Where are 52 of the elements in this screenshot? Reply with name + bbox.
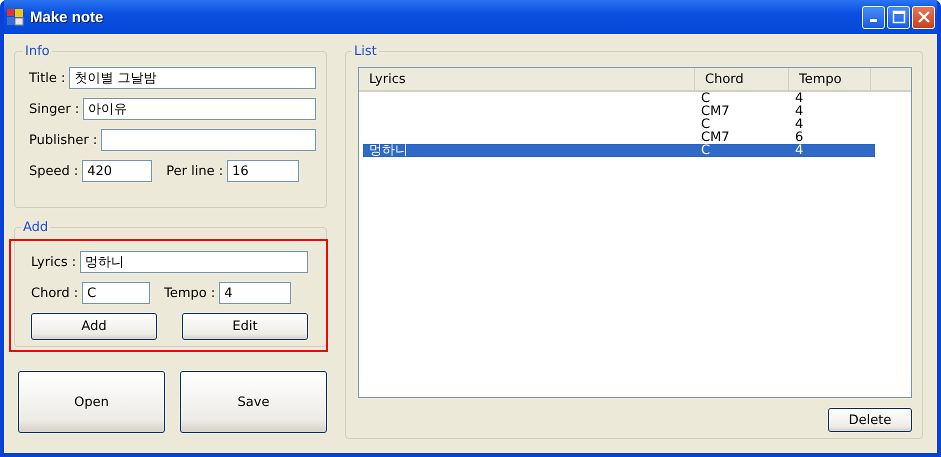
group-label: Add: [22, 220, 50, 235]
per-line-field[interactable]: 16: [227, 160, 300, 182]
list-row[interactable]: C 4: [363, 92, 875, 105]
field-label: Lyrics :: [31, 254, 76, 270]
minimize-button[interactable]: [862, 6, 885, 28]
table-cell: CM7: [701, 104, 730, 119]
publisher-field[interactable]: [101, 129, 316, 151]
list-row[interactable]: CM7 4: [363, 105, 875, 118]
maximize-icon: [892, 10, 906, 24]
singer-field[interactable]: 아이유: [83, 98, 316, 120]
table-cell: C: [701, 143, 710, 158]
close-button[interactable]: [912, 6, 935, 28]
table-cell: C: [701, 91, 710, 106]
field-label: Singer :: [29, 102, 80, 116]
open-button[interactable]: Open: [18, 371, 165, 433]
title-field[interactable]: 첫이별 그날밤: [69, 67, 316, 89]
minimize-icon: [870, 19, 877, 22]
group-label: Info: [24, 44, 51, 59]
close-icon: [916, 10, 930, 24]
column-header[interactable]: Lyrics: [359, 68, 695, 90]
maximize-button[interactable]: [887, 6, 910, 28]
speed-field[interactable]: 420: [82, 160, 152, 182]
table-cell: 4: [795, 143, 804, 158]
table-cell: CM7: [701, 130, 730, 145]
delete-button[interactable]: Delete: [828, 408, 912, 432]
app-icon: [6, 8, 24, 26]
table-cell: 4: [795, 117, 804, 132]
table-cell: 4: [795, 104, 804, 119]
table-cell: C: [701, 117, 710, 132]
list-row[interactable]: 멍하니 C 4: [363, 144, 875, 157]
table-cell: 6: [795, 130, 804, 145]
field-label: Chord :: [31, 286, 78, 300]
text-field[interactable]: C: [82, 282, 150, 304]
field-label: Speed :: [29, 164, 78, 178]
field-label: Per line :: [166, 164, 224, 178]
save-button[interactable]: Save: [180, 371, 327, 433]
list-row[interactable]: C 4: [363, 118, 875, 131]
table-cell: 멍하니: [369, 143, 408, 158]
group-label: List: [353, 44, 378, 59]
add-button[interactable]: Add: [31, 313, 157, 340]
lyrics-field[interactable]: 멍하니: [80, 251, 308, 273]
table-cell: 4: [795, 91, 804, 106]
column-header[interactable]: Tempo: [789, 68, 871, 90]
window-title: Make note: [30, 8, 104, 26]
field-label: Title :: [29, 70, 66, 86]
list-view[interactable]: Lyrics Chord Tempo C 4 CM7 4 C 4 CM7 6 멍하니 C 4: [358, 67, 912, 398]
field-label: Publisher :: [29, 132, 98, 148]
tempo-field[interactable]: 4: [219, 282, 292, 304]
list-row[interactable]: CM7 6: [363, 131, 875, 144]
column-header[interactable]: Chord: [695, 68, 789, 90]
edit-button[interactable]: Edit: [182, 313, 308, 340]
field-label: Tempo :: [164, 286, 216, 300]
